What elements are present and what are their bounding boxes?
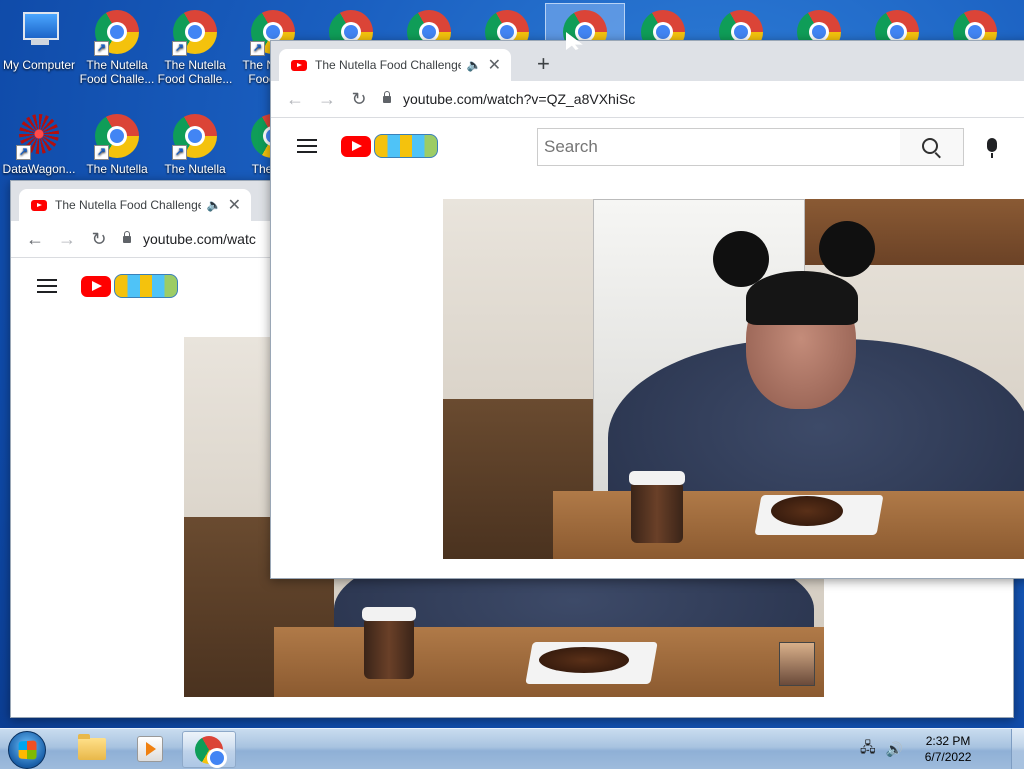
media-player-icon — [137, 735, 163, 762]
youtube-logo[interactable] — [81, 274, 178, 298]
desktop-icon-chrome-shortcut[interactable]: ↗ The Nutella Food Challe... — [156, 4, 234, 94]
close-tab-button[interactable]: ✕ — [488, 55, 501, 75]
reload-icon[interactable]: ↻ — [83, 229, 115, 250]
tab-title: The Nutella Food Challenge — [55, 198, 201, 212]
address-bar[interactable]: youtube.com/watch?v=QZ_a8VXhiSc — [383, 90, 636, 107]
search-input[interactable] — [538, 136, 900, 158]
folder-icon — [78, 733, 106, 760]
start-button[interactable] — [8, 731, 46, 769]
search-box — [537, 128, 901, 166]
desktop-icon-label: The Nutella Food Challe... — [79, 58, 155, 86]
youtube-header — [271, 118, 1024, 174]
search-icon — [922, 137, 938, 154]
windows-logo-icon — [18, 740, 37, 760]
new-tab-button[interactable]: + — [537, 51, 550, 77]
chrome-icon: ↗ — [172, 114, 218, 160]
taskbar-media-player-button[interactable] — [124, 731, 176, 766]
desktop-icon-label: The Nutella — [164, 162, 226, 176]
volume-icon[interactable]: 🔊 — [886, 741, 903, 758]
show-desktop-button[interactable] — [1011, 729, 1024, 769]
browser-toolbar: ← → ↻ youtube.com/watch?v=QZ_a8VXhiSc — [271, 81, 1024, 118]
desktop-icon-label: The Nutella Food Challe... — [157, 58, 233, 86]
chrome-icon: ↗ — [94, 114, 140, 160]
close-tab-button[interactable]: ✕ — [228, 195, 241, 215]
browser-tab[interactable]: The Nutella Food Challenge 🔈 ✕ — [279, 49, 511, 81]
youtube-play-icon — [81, 275, 111, 297]
youtube-doodle-icon — [374, 134, 438, 158]
tab-title: The Nutella Food Challenge — [315, 58, 461, 72]
lock-icon — [123, 230, 131, 243]
hamburger-menu-icon[interactable] — [37, 279, 57, 293]
chrome-icon: ↗ — [94, 10, 140, 56]
taskbar-explorer-button[interactable] — [66, 731, 118, 766]
desktop: My Computer ↗ The Nutella Food Challe...… — [0, 0, 1024, 728]
network-icon[interactable]: 🖧 — [860, 737, 876, 761]
browser-window-front[interactable]: The Nutella Food Challenge 🔈 ✕ + ← → ↻ y… — [270, 40, 1024, 579]
voice-search-button[interactable] — [987, 138, 997, 158]
desktop-icon-my-computer[interactable]: My Computer — [0, 4, 78, 94]
tab-strip: The Nutella Food Challenge 🔈 ✕ + — [271, 41, 1024, 81]
clock[interactable]: 2:32 PM 6/7/2022 — [913, 733, 983, 765]
desktop-icon-chrome-shortcut[interactable]: ↗ The Nutella Food Challe... — [78, 4, 156, 94]
datawagon-icon: ↗ — [16, 114, 62, 160]
desktop-icon-label: The Nutella — [86, 162, 148, 176]
youtube-favicon-icon — [31, 199, 47, 211]
desktop-icon-label: My Computer — [2, 58, 76, 72]
chrome-icon — [195, 735, 227, 768]
taskbar: 🖧 🔊 2:32 PM 6/7/2022 — [0, 728, 1024, 769]
url-text: youtube.com/watch?v=QZ_a8VXhiSc — [403, 91, 636, 107]
browser-tab[interactable]: The Nutella Food Challenge 🔈 ✕ — [19, 189, 251, 221]
clock-date: 6/7/2022 — [924, 750, 972, 764]
youtube-play-icon — [341, 135, 371, 157]
channel-watermark — [779, 642, 815, 686]
back-arrow-icon[interactable]: ← — [19, 229, 51, 250]
url-text: youtube.com/watc — [143, 231, 256, 247]
computer-icon — [16, 10, 62, 56]
forward-arrow-icon[interactable]: → — [51, 229, 83, 250]
youtube-doodle-icon — [114, 274, 178, 298]
forward-arrow-icon[interactable]: → — [311, 89, 343, 110]
youtube-favicon-icon — [291, 59, 307, 71]
lock-icon — [383, 90, 391, 103]
youtube-logo[interactable] — [341, 134, 438, 158]
reload-icon[interactable]: ↻ — [343, 89, 375, 110]
taskbar-chrome-button[interactable] — [182, 731, 236, 768]
hamburger-menu-icon[interactable] — [297, 139, 317, 153]
clock-time: 2:32 PM — [925, 734, 971, 748]
desktop-icon-label: DataWagon... — [2, 162, 76, 176]
video-player[interactable] — [443, 199, 1024, 559]
speaker-icon[interactable]: 🔈 — [207, 198, 222, 212]
microphone-icon — [987, 138, 997, 158]
address-bar[interactable]: youtube.com/watc — [123, 230, 256, 247]
speaker-icon[interactable]: 🔈 — [467, 58, 482, 72]
back-arrow-icon[interactable]: ← — [279, 89, 311, 110]
search-button[interactable] — [900, 128, 964, 166]
chrome-icon: ↗ — [172, 10, 218, 56]
system-tray: 🖧 🔊 2:32 PM 6/7/2022 — [860, 729, 1010, 769]
